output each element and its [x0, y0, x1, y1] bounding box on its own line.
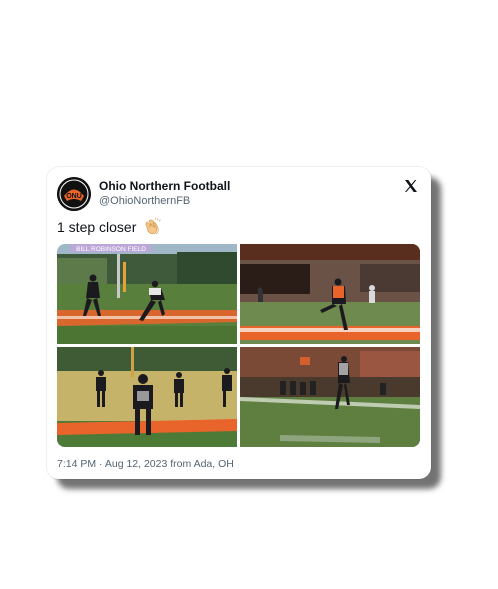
photo-3[interactable]: [57, 347, 237, 447]
display-name[interactable]: Ohio Northern Football: [99, 179, 230, 194]
onu-logo-icon: ONU: [57, 177, 91, 211]
photo-2[interactable]: [240, 244, 420, 344]
photo-grid: BILL ROBINSON FIELD: [57, 244, 420, 447]
photo-1[interactable]: BILL ROBINSON FIELD: [57, 244, 237, 344]
clapping-hands-icon: [143, 218, 161, 238]
user-handle[interactable]: @OhioNorthernFB: [99, 194, 230, 209]
tweet-card[interactable]: ONU Ohio Northern Football @OhioNorthern…: [47, 167, 431, 479]
avatar-text: ONU: [66, 193, 82, 200]
tweet-timestamp[interactable]: 7:14 PM · Aug 12, 2023 from Ada, OH: [57, 458, 234, 470]
photo-4[interactable]: [240, 347, 420, 447]
x-logo-icon[interactable]: [403, 178, 419, 194]
avatar[interactable]: ONU: [57, 177, 91, 211]
tweet-header: ONU Ohio Northern Football @OhioNorthern…: [57, 176, 421, 212]
tweet-text: 1 step closer: [57, 218, 161, 238]
tweet-text-content: 1 step closer: [57, 219, 137, 235]
photo-banner-text: BILL ROBINSON FIELD: [76, 246, 146, 253]
